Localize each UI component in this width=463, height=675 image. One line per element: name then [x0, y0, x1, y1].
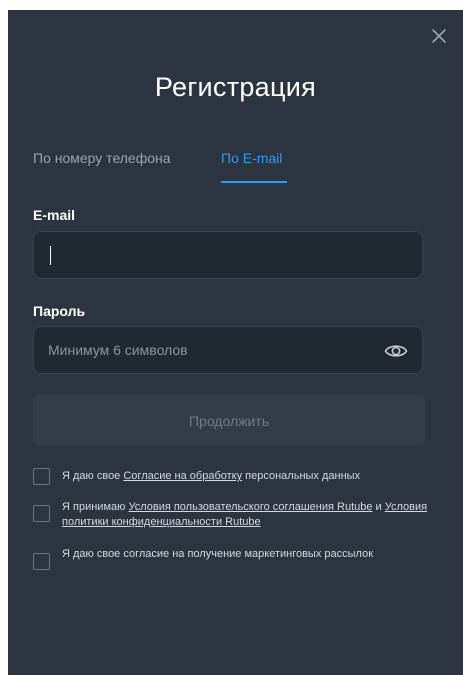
tab-email[interactable]: По E-mail: [221, 150, 282, 176]
user-agreement-link[interactable]: Условия пользовательского соглашения Rut…: [128, 501, 372, 513]
eye-icon[interactable]: [384, 340, 408, 362]
text-caret: [50, 246, 51, 265]
consent-checkbox-2[interactable]: [33, 505, 50, 522]
personal-data-link[interactable]: Согласие на обработку: [123, 470, 242, 482]
email-label: E-mail: [33, 207, 76, 223]
password-field-container: [33, 326, 423, 374]
registration-modal: Регистрация По номеру телефона По E-mail…: [8, 10, 463, 675]
consent-text-3: Я даю свое согласие на получение маркети…: [62, 548, 374, 560]
email-field[interactable]: [34, 232, 422, 278]
close-icon[interactable]: [431, 28, 447, 44]
consent-text-1: Я даю свое Согласие на обработку персона…: [62, 470, 361, 482]
consent-checkbox-1[interactable]: [33, 468, 50, 485]
consent-checkbox-3[interactable]: [33, 553, 50, 570]
consent-text-2: Я принимаю Условия пользовательского сог…: [62, 501, 428, 528]
email-field-container: [33, 231, 423, 279]
password-field[interactable]: [34, 327, 422, 373]
active-tab-indicator: [221, 181, 287, 183]
password-label: Пароль: [33, 303, 86, 319]
modal-title: Регистрация: [154, 72, 317, 102]
tab-phone[interactable]: По номеру телефона: [33, 150, 171, 176]
continue-button[interactable]: Продолжить: [33, 394, 425, 446]
